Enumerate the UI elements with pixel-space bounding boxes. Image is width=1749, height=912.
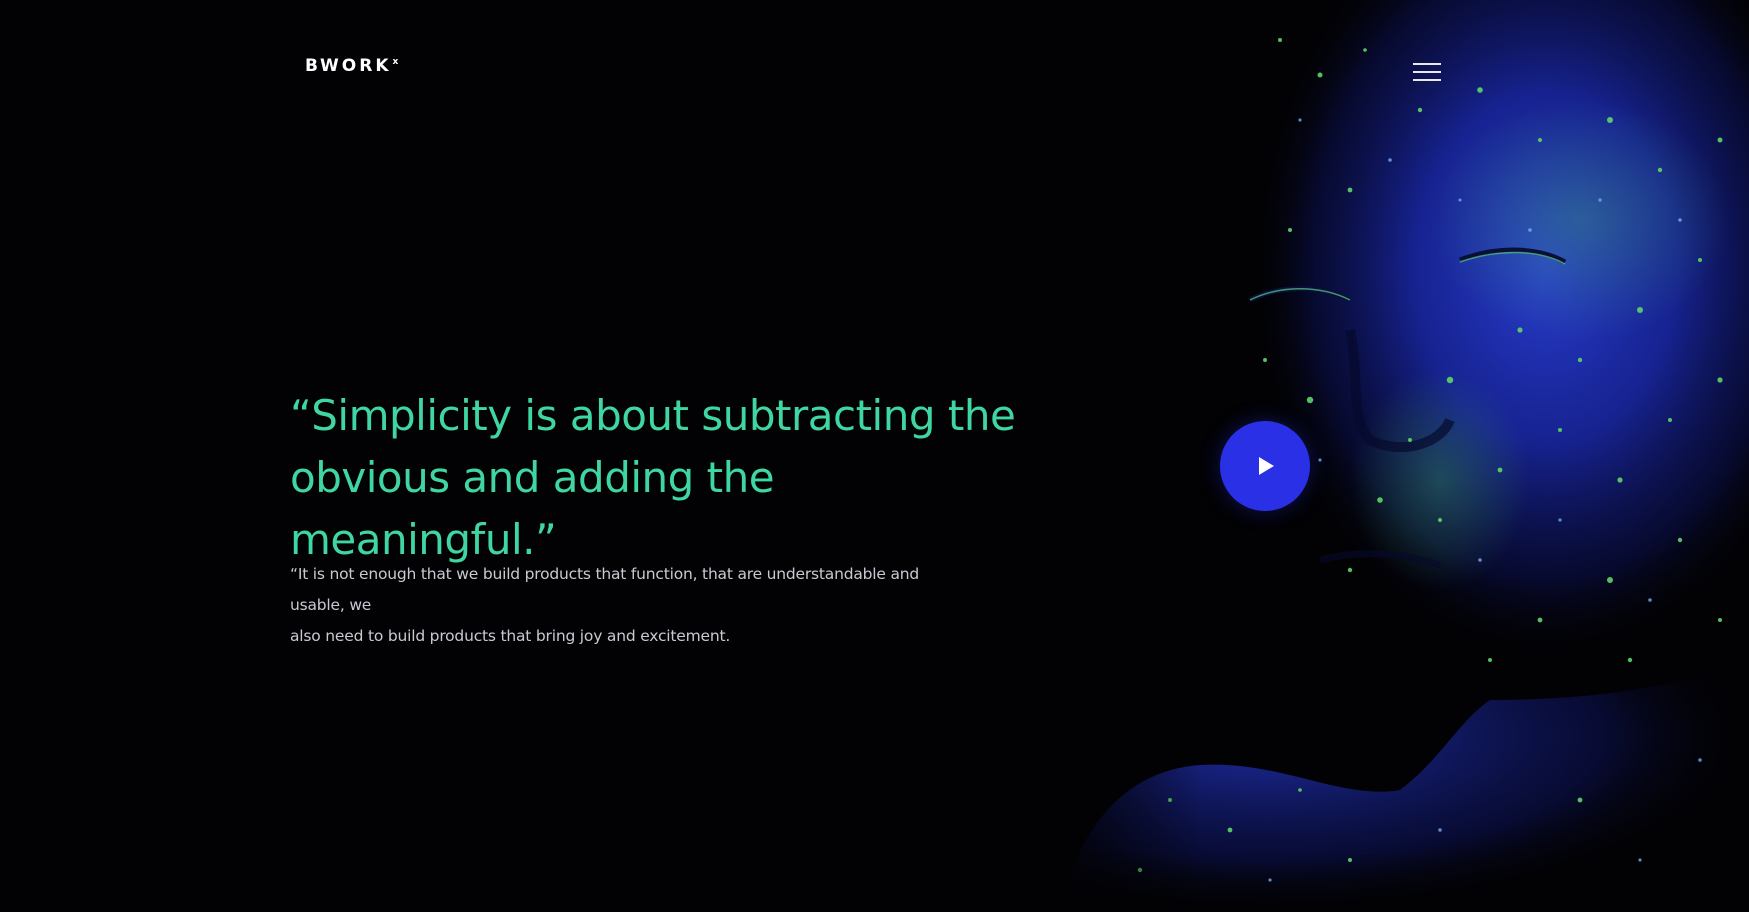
hero-section: BWORKx “Simplicity is about subtracting … (0, 0, 1749, 912)
play-icon (1259, 457, 1274, 475)
play-video-button[interactable] (1220, 421, 1310, 511)
logo-mark: x (392, 57, 399, 67)
site-logo[interactable]: BWORKx (305, 58, 398, 75)
hero-quote-line-2: obvious and adding the meaningful.” (290, 453, 775, 564)
hamburger-menu-icon[interactable] (1413, 62, 1441, 84)
hero-quote-line-1: “Simplicity is about subtracting the (290, 391, 1016, 440)
hero-description-line-2: also need to build products that bring j… (290, 627, 731, 645)
menu-line (1413, 63, 1441, 65)
menu-line (1413, 71, 1441, 73)
logo-text: BWORK (305, 56, 392, 76)
hero-quote: “Simplicity is about subtracting the obv… (290, 385, 1050, 571)
neon-face-image (1020, 0, 1749, 912)
menu-line (1413, 79, 1441, 81)
hero-description: “It is not enough that we build products… (290, 559, 950, 652)
hero-description-line-1: “It is not enough that we build products… (290, 565, 920, 614)
